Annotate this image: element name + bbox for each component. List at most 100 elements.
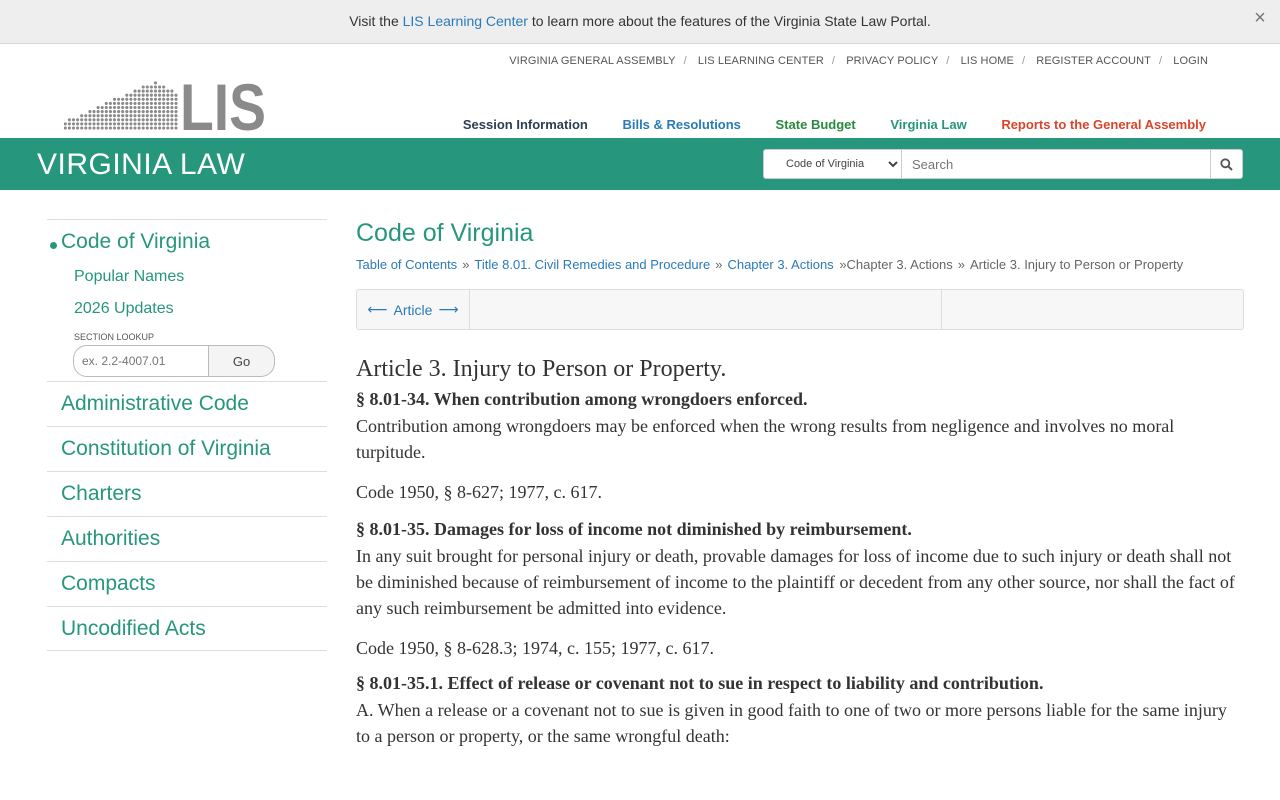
- sidebar-item-code-of-virginia[interactable]: Code of Virginia: [61, 230, 327, 254]
- logo-dot: [92, 118, 96, 122]
- utility-links: VIRGINIA GENERAL ASSEMBLY / LIS LEARNING …: [509, 55, 1208, 67]
- logo-dot: [162, 85, 166, 89]
- logo-dot: [84, 122, 88, 126]
- logo-dot: [133, 97, 137, 101]
- nav-reports[interactable]: Reports to the General Assembly: [1001, 117, 1206, 132]
- page-title: Code of Virginia: [356, 219, 534, 247]
- logo-dot: [170, 105, 174, 110]
- breadcrumb-chapter-plain: Chapter 3. Actions: [846, 257, 953, 272]
- logo-dot: [108, 114, 112, 118]
- close-icon[interactable]: ×: [1248, 0, 1272, 40]
- logo-dot: [121, 97, 125, 101]
- breadcrumb-separator: »: [957, 257, 966, 272]
- logo-dot: [117, 122, 121, 126]
- logo-dot: [145, 97, 149, 101]
- search-scope-select[interactable]: Code of Virginia: [763, 149, 902, 179]
- article-nav-button[interactable]: ⟵ Article ⟶: [357, 290, 470, 329]
- section-heading[interactable]: § 8.01-35. Damages for loss of income no…: [356, 519, 1244, 540]
- logo-dot: [80, 126, 84, 130]
- logo-dot: [141, 126, 145, 130]
- logo-dot: [133, 93, 137, 97]
- article-nav-label: Article: [393, 301, 433, 318]
- logo-dot: [158, 122, 162, 126]
- logo-dot: [133, 118, 137, 122]
- logo-dot: [166, 105, 170, 110]
- logo-dot: [158, 110, 162, 114]
- logo-dot: [149, 126, 153, 130]
- logo-dot: [92, 114, 96, 118]
- logo-dot: [104, 118, 108, 122]
- logo-dot: [162, 89, 166, 93]
- toplink-register-account[interactable]: REGISTER ACCOUNT: [1036, 55, 1151, 67]
- breadcrumb-chapter[interactable]: Chapter 3. Actions: [727, 257, 833, 272]
- toplink-general-assembly[interactable]: VIRGINIA GENERAL ASSEMBLY: [509, 55, 675, 67]
- toplink-privacy-policy[interactable]: PRIVACY POLICY: [846, 55, 938, 67]
- logo-dot: [71, 126, 76, 130]
- main-content: Code of Virginia Table of Contents » Title…: [356, 219, 1244, 749]
- breadcrumb-article: Article 3. Injury to Person or Property: [970, 257, 1184, 272]
- logo-dot: [174, 122, 178, 126]
- logo-dot: [125, 126, 129, 130]
- sidebar-item-constitution[interactable]: Constitution of Virginia: [47, 426, 327, 471]
- breadcrumb-title[interactable]: Title 8.01. Civil Remedies and Procedure: [474, 257, 710, 272]
- logo-dot: [145, 126, 149, 130]
- logo-dot: [170, 110, 174, 114]
- logo-dot: [174, 114, 178, 118]
- sidebar-item-compacts[interactable]: Compacts: [47, 561, 327, 606]
- logo-dot: [153, 122, 158, 126]
- sidebar-item-charters[interactable]: Charters: [47, 471, 327, 516]
- logo-dot: [117, 114, 121, 118]
- section-header-bar: VIRGINIA LAW Code of Virginia: [0, 138, 1280, 190]
- banner-learning-center-link[interactable]: LIS Learning Center: [403, 13, 528, 29]
- toplink-login[interactable]: LOGIN: [1173, 55, 1208, 67]
- toplink-learning-center[interactable]: LIS LEARNING CENTER: [698, 55, 824, 67]
- logo-dot: [125, 97, 129, 101]
- lis-logo[interactable]: LIS: [64, 74, 266, 132]
- toplink-lis-home[interactable]: LIS HOME: [961, 55, 1014, 67]
- logo-dot: [153, 126, 158, 130]
- section-heading[interactable]: § 8.01-35.1. Effect of release or covena…: [356, 673, 1244, 694]
- sidebar-item-authorities[interactable]: Authorities: [47, 516, 327, 561]
- sidebar-item-administrative-code[interactable]: Administrative Code: [47, 381, 327, 426]
- logo-dot: [158, 114, 162, 118]
- logo-dot: [125, 114, 129, 118]
- logo-dot: [149, 114, 153, 118]
- logo-dot: [92, 122, 96, 126]
- sidebar-item-updates[interactable]: 2026 Updates: [61, 300, 327, 318]
- sidebar-item-popular-names[interactable]: Popular Names: [61, 268, 327, 286]
- logo-dot: [112, 97, 117, 101]
- logo-dot: [108, 105, 112, 110]
- breadcrumb-toc[interactable]: Table of Contents: [356, 257, 457, 272]
- section-lookup-input[interactable]: [73, 345, 209, 377]
- logo-dot: [141, 101, 145, 105]
- separator: /: [1021, 55, 1026, 67]
- logo-dot: [141, 122, 145, 126]
- logo-dot: [145, 89, 149, 93]
- search-button[interactable]: [1211, 149, 1243, 179]
- logo-dot: [96, 126, 100, 130]
- logo-dot: [170, 89, 174, 93]
- logo-dot: [125, 110, 129, 114]
- logo-dot: [121, 118, 125, 122]
- nav-bills-resolutions[interactable]: Bills & Resolutions: [622, 117, 740, 132]
- logo-dot: [162, 118, 166, 122]
- logo-dot: [80, 122, 84, 126]
- sidebar-item-uncodified-acts[interactable]: Uncodified Acts: [47, 606, 327, 651]
- logo-dot: [125, 105, 129, 110]
- logo-dot: [133, 105, 137, 110]
- nav-virginia-law[interactable]: Virginia Law: [890, 117, 966, 132]
- section-heading[interactable]: § 8.01-34. When contribution among wrong…: [356, 389, 1244, 410]
- separator: /: [1158, 55, 1163, 67]
- logo-dot: [104, 114, 108, 118]
- nav-session-information[interactable]: Session Information: [463, 117, 588, 132]
- logo-dot: [170, 114, 174, 118]
- logo-dot: [100, 118, 104, 122]
- sidebar: Code of Virginia Popular Names 2026 Upda…: [47, 219, 327, 651]
- search-input[interactable]: [902, 149, 1211, 179]
- logo-dot: [117, 105, 121, 110]
- logo-dot: [67, 126, 71, 130]
- go-button[interactable]: Go: [209, 345, 275, 377]
- separator: /: [946, 55, 950, 67]
- logo-dot: [174, 97, 178, 101]
- nav-state-budget[interactable]: State Budget: [776, 117, 856, 132]
